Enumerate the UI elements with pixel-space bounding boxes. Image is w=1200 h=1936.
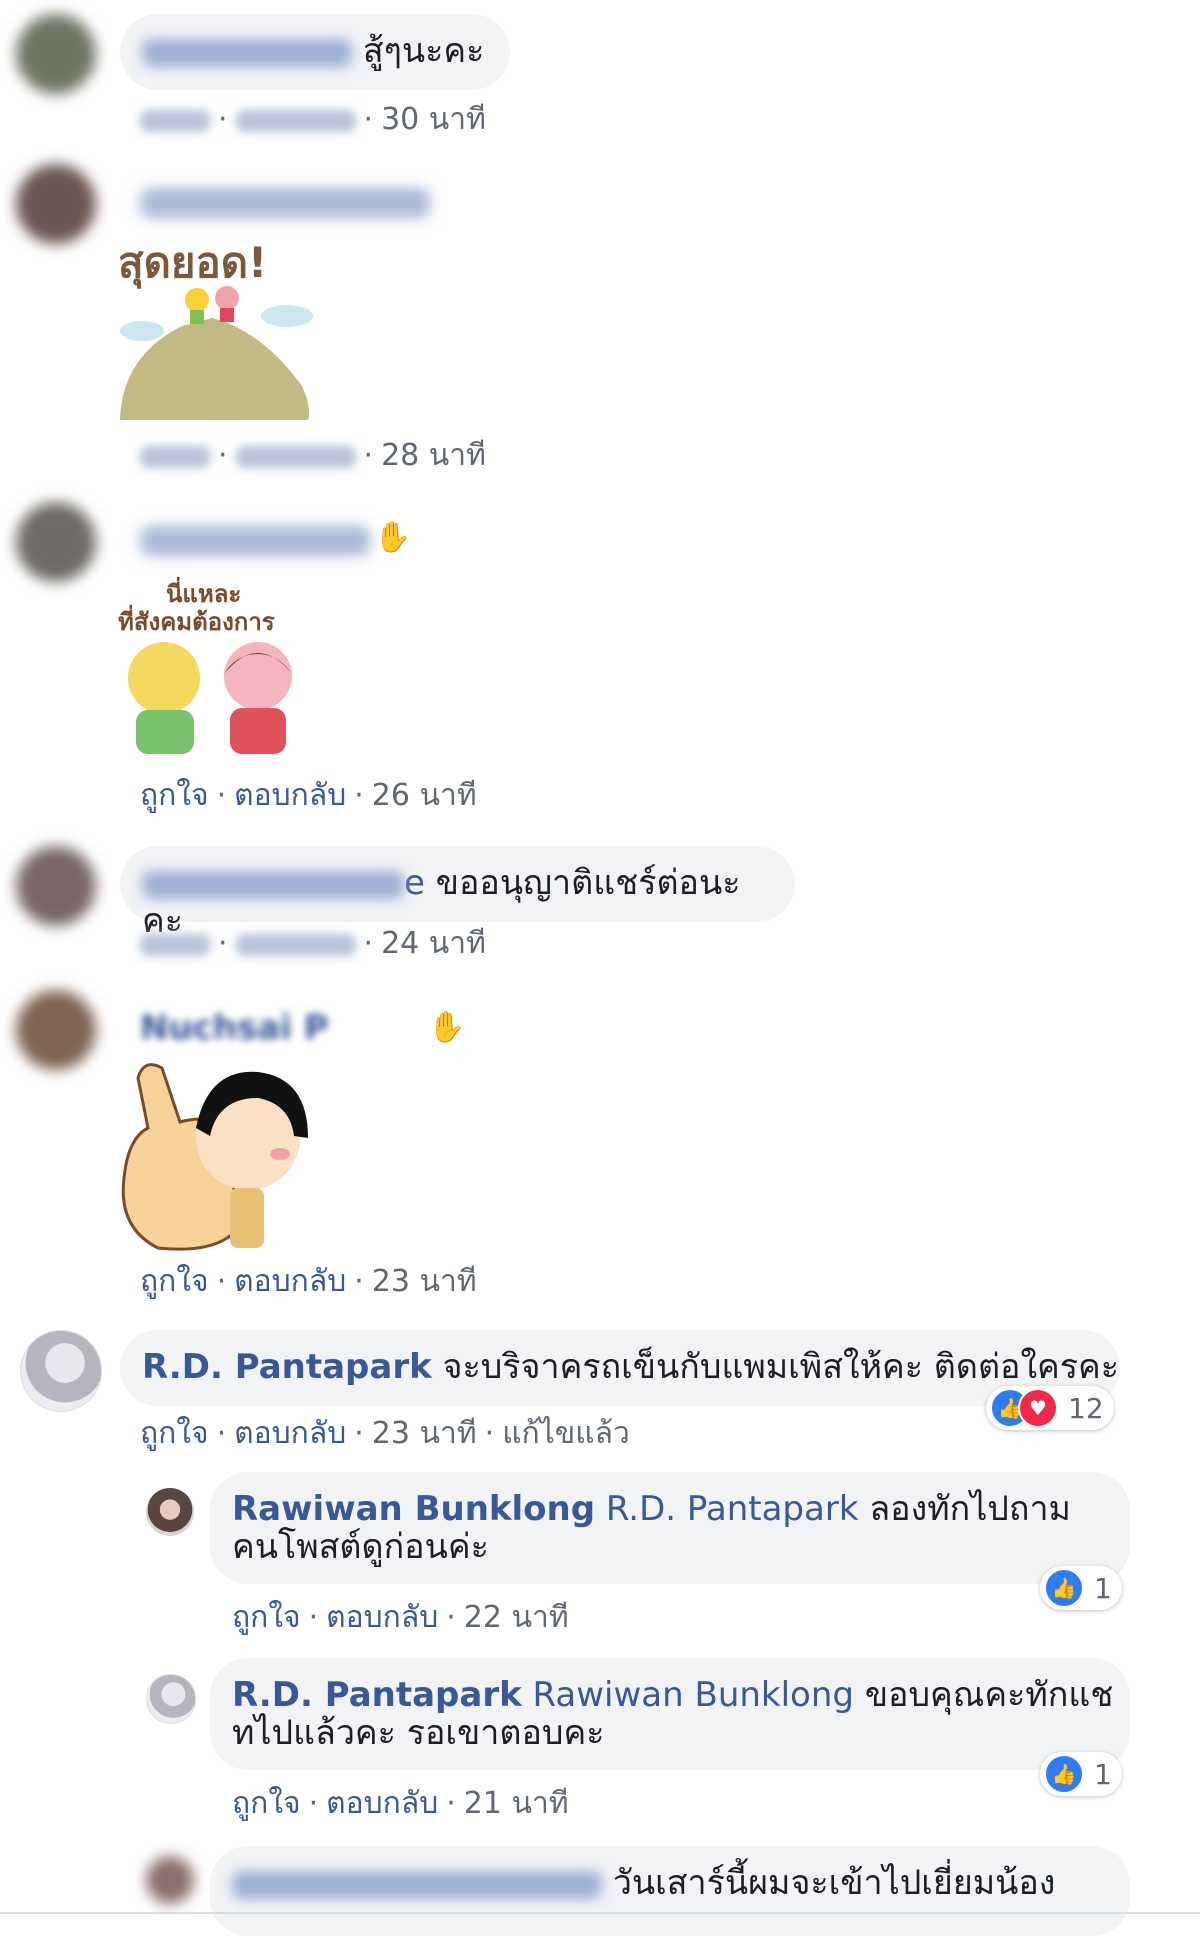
avatar[interactable] (146, 1488, 194, 1536)
sticker-summit: สุดยอด! (112, 236, 322, 426)
heart-icon: ♥ (1018, 1388, 1058, 1428)
reply-time[interactable]: 21 นาที (464, 1786, 569, 1821)
avatar[interactable] (16, 14, 96, 94)
sticker-thumbs-up (118, 1058, 318, 1258)
like-link[interactable]: ถูกใจ (140, 778, 209, 813)
sticker-text: สุดยอด! (118, 238, 268, 287)
reaction-count[interactable]: 👍 1 (1040, 1752, 1122, 1796)
reply-link[interactable] (235, 445, 356, 468)
avatar[interactable] (20, 1330, 102, 1412)
reply-text: ทไปแล้วคะ รอเขาตอบคะ (232, 1713, 605, 1753)
avatar[interactable] (16, 990, 96, 1070)
reply-actions: ถูกใจ · ตอบกลับ · 22 นาที (232, 1600, 569, 1635)
comment-author[interactable] (140, 188, 430, 218)
avatar[interactable] (146, 1856, 194, 1904)
waving-hand-icon: ✋ (374, 520, 412, 555)
comment-time[interactable]: 26 นาที (372, 778, 477, 813)
waving-hand-icon: ✋ (428, 1010, 466, 1045)
reply-author[interactable]: Rawiwan Bunklong (232, 1489, 595, 1529)
comment-actions: ถูกใจ · ตอบกลับ · 23 นาที · แก้ไขแล้ว (140, 1416, 630, 1451)
reply-link[interactable]: ตอบกลับ (234, 778, 346, 813)
reply-time[interactable]: 22 นาที (464, 1600, 569, 1635)
mention-link[interactable]: Rawiwan Bunklong (533, 1675, 854, 1715)
avatar[interactable] (16, 502, 96, 582)
comment-author[interactable] (142, 870, 404, 899)
comment-actions: · · 30 นาที (140, 96, 486, 143)
mention-link[interactable]: R.D. Pantapark (606, 1489, 859, 1529)
like-link[interactable]: ถูกใจ (140, 1416, 209, 1451)
reply-link[interactable]: ตอบกลับ (326, 1786, 438, 1821)
comment-author[interactable]: R.D. Pantapark (142, 1347, 432, 1387)
reply-link[interactable] (235, 109, 356, 132)
reply-link[interactable] (235, 933, 356, 956)
reply-text: คนโพสต์ดูก่อนค่ะ (232, 1527, 489, 1567)
reply-author[interactable]: R.D. Pantapark (232, 1675, 522, 1715)
comment-text: สู้ๆนะคะ (362, 31, 485, 71)
reply-text: วันเสาร์นี้ผมจะเข้าไปเยี่ยมน้อง (612, 1863, 1056, 1903)
edited-label[interactable]: แก้ไขแล้ว (502, 1416, 630, 1451)
reaction-number: 1 (1094, 1571, 1112, 1605)
reply-author[interactable] (232, 1870, 602, 1899)
comment-time[interactable]: 28 นาที (381, 438, 486, 473)
like-link[interactable]: ถูกใจ (232, 1600, 301, 1635)
like-link[interactable] (140, 445, 210, 468)
reaction-number: 12 (1068, 1391, 1104, 1425)
comment-time[interactable]: 24 นาที (381, 926, 486, 961)
reply-link[interactable]: ตอบกลับ (326, 1600, 438, 1635)
comment-time[interactable]: 30 นาที (381, 102, 486, 137)
reply-link[interactable]: ตอบกลับ (234, 1264, 346, 1299)
comment-time[interactable]: 23 นาที (372, 1416, 477, 1451)
comment-actions: ถูกใจ · ตอบกลับ · 23 นาที (140, 1264, 477, 1299)
comment-bubble: สู้ๆนะคะ (120, 14, 510, 90)
avatar[interactable] (146, 1674, 196, 1724)
sticker-text: ที่สังคมต้องการ (118, 608, 275, 636)
reply-bubble: วันเสาร์นี้ผมจะเข้าไปเยี่ยมน้อง (210, 1846, 1130, 1936)
reply-bubble: Rawiwan Bunklong R.D. Pantapark ลองทักไป… (210, 1472, 1130, 1584)
like-link[interactable]: ถูกใจ (232, 1786, 301, 1821)
divider (0, 1912, 1200, 1914)
comment-actions: · · 28 นาที (140, 432, 486, 479)
sticker-society: นี่แหละ ที่สังคมต้องการ (118, 574, 318, 774)
reply-bubble: R.D. Pantapark Rawiwan Bunklong ขอบคุณคะ… (210, 1658, 1130, 1770)
like-link[interactable] (140, 933, 210, 956)
author-name-tail[interactable]: e (404, 863, 425, 903)
comment-bubble: e ขออนุญาติแชร์ต่อนะคะ (120, 846, 795, 940)
comment-actions: · · 24 นาที (140, 920, 486, 967)
reply-actions: ถูกใจ · ตอบกลับ · 21 นาที (232, 1786, 569, 1821)
comment-author[interactable] (140, 526, 370, 556)
avatar[interactable] (16, 164, 96, 244)
like-link[interactable] (140, 109, 210, 132)
reaction-count[interactable]: 👍 1 (1040, 1566, 1122, 1610)
thumbs-up-icon: 👍 (1044, 1754, 1084, 1794)
comment-bubble: R.D. Pantapark จะบริจาครถเข็นกับแพมเพิสใ… (120, 1330, 1120, 1406)
comment-author[interactable]: Nuchsai P (140, 1008, 430, 1048)
comment-time[interactable]: 23 นาที (372, 1264, 477, 1299)
reply-text: ขอบคุณคะทักแช (864, 1675, 1114, 1715)
reply-link[interactable]: ตอบกลับ (234, 1416, 346, 1451)
comment-text: จะบริจาครถเข็นกับแพมเพิสให้คะ ติดต่อใครค… (442, 1347, 1120, 1387)
comment-actions: ถูกใจ · ตอบกลับ · 26 นาที (140, 778, 477, 813)
reply-text: ลองทักไปถาม (869, 1489, 1071, 1529)
like-link[interactable]: ถูกใจ (140, 1264, 209, 1299)
thumbs-up-icon: 👍 (1044, 1568, 1084, 1608)
comment-author[interactable] (142, 38, 352, 67)
reaction-number: 1 (1094, 1757, 1112, 1791)
reaction-count[interactable]: 👍 ♥ 12 (986, 1386, 1114, 1430)
avatar[interactable] (16, 846, 96, 926)
